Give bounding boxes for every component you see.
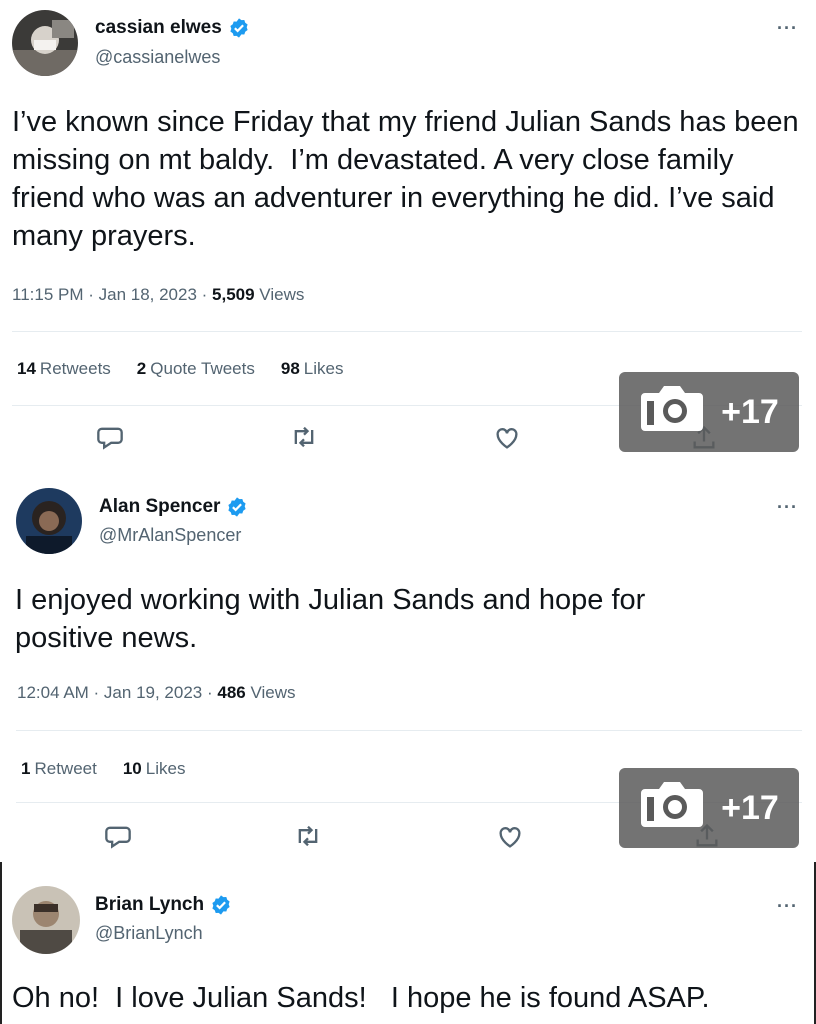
comment-icon[interactable] (96, 423, 124, 451)
tweet-text: I’ve known since Friday that my friend J… (12, 106, 807, 252)
photo-count-badge[interactable]: +17 (619, 372, 799, 452)
views-count: 486 (217, 683, 246, 702)
likes-stat[interactable]: 98 Likes (281, 359, 344, 379)
heart-icon[interactable] (493, 424, 521, 452)
likes-stat[interactable]: 10 Likes (123, 759, 186, 779)
more-options-icon[interactable]: ··· (777, 896, 798, 917)
more-options-icon[interactable]: ··· (777, 497, 798, 518)
verified-badge-icon (228, 17, 250, 39)
tweet-text: I enjoyed working with Julian Sands and … (15, 584, 654, 654)
photo-count: +17 (721, 392, 779, 431)
heart-icon[interactable] (496, 823, 524, 851)
quote-tweets-stat[interactable]: 2 Quote Tweets (137, 359, 255, 379)
avatar[interactable] (12, 886, 80, 954)
engagement-stats: 14 Retweets 2 Quote Tweets 98 Likes (17, 359, 343, 379)
views-count: 5,509 (212, 285, 255, 304)
retweet-icon[interactable] (294, 822, 322, 850)
photo-count-badge[interactable]: +17 (619, 768, 799, 848)
avatar[interactable] (12, 10, 78, 76)
divider (12, 331, 802, 332)
display-name[interactable]: Alan Spencer (99, 496, 220, 518)
display-name[interactable]: Brian Lynch (95, 894, 204, 916)
tweet-meta: 11:15 PM · Jan 18, 2023 · 5,509 Views (12, 285, 304, 305)
timestamp[interactable]: 11:15 PM · Jan 18, 2023 · (12, 285, 212, 304)
handle[interactable]: @cassianelwes (95, 47, 220, 68)
tweet-text: Oh no! I love Julian Sands! I hope he is… (12, 982, 710, 1014)
comment-icon[interactable] (104, 822, 132, 850)
camera-icon (639, 779, 705, 838)
divider (16, 730, 802, 731)
border-left (0, 862, 2, 1024)
avatar[interactable] (16, 488, 82, 554)
views-label: Views (254, 285, 305, 304)
tweet-cassian: cassian elwes @cassianelwes ··· I’ve kno… (0, 0, 816, 470)
handle[interactable]: @MrAlanSpencer (99, 525, 241, 546)
tweet-brian: Brian Lynch @BrianLynch ··· Oh no! I lov… (0, 862, 816, 1024)
verified-badge-icon (226, 496, 248, 518)
tweet-alan: Alan Spencer @MrAlanSpencer ··· I enjoye… (0, 470, 816, 860)
retweets-stat[interactable]: 14 Retweets (17, 359, 111, 379)
retweet-icon[interactable] (290, 423, 318, 451)
tweet-meta: 12:04 AM · Jan 19, 2023 · 486 Views (17, 683, 296, 703)
more-options-icon[interactable]: ··· (777, 18, 798, 39)
views-label: Views (245, 683, 296, 702)
display-name[interactable]: cassian elwes (95, 17, 222, 39)
retweets-stat[interactable]: 1 Retweet (21, 759, 97, 779)
verified-badge-icon (210, 894, 232, 916)
photo-count: +17 (721, 788, 779, 827)
engagement-stats: 1 Retweet 10 Likes (21, 759, 185, 779)
handle[interactable]: @BrianLynch (95, 923, 203, 944)
timestamp[interactable]: 12:04 AM · Jan 19, 2023 · (17, 683, 217, 702)
camera-icon (639, 383, 705, 442)
